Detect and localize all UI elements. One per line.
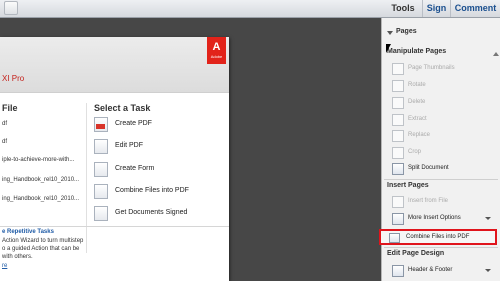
- item-label: Extract: [408, 116, 427, 122]
- product-name: XI Pro: [2, 74, 25, 83]
- combine-files-into-pdf-item[interactable]: Combine Files into PDF: [379, 229, 497, 245]
- item-label: Crop: [408, 149, 422, 155]
- header-footer-icon: [392, 265, 404, 277]
- top-toolbar: Tools Sign Comment: [0, 0, 500, 18]
- item-label: More Insert Options: [408, 215, 461, 221]
- recent-file[interactable]: iple-to-achieve-more-with...: [2, 157, 74, 163]
- recent-files-title: File: [2, 103, 18, 113]
- collapse-arrow-icon: [387, 31, 393, 35]
- combine-files-icon: [94, 184, 108, 199]
- more-insert-options-item[interactable]: More Insert Options: [392, 212, 494, 227]
- repetitive-tasks-title: e Repetitive Tasks: [2, 229, 54, 235]
- rotate-item: Rotate: [392, 79, 494, 94]
- learn-more-link[interactable]: re: [2, 263, 7, 269]
- extract-icon: [392, 114, 404, 126]
- item-label: Split Document: [408, 165, 449, 171]
- item-label: Insert from File: [408, 198, 449, 204]
- task-get-signed[interactable]: Get Documents Signed: [94, 206, 224, 222]
- rotate-icon: [392, 80, 404, 92]
- insert-options-icon: [392, 213, 404, 225]
- create-form-icon: [94, 162, 108, 177]
- scroll-up-icon[interactable]: [493, 52, 499, 56]
- column-divider: [86, 103, 87, 253]
- item-label: Combine Files into PDF: [406, 234, 470, 240]
- mouse-cursor-icon: [386, 44, 391, 53]
- adobe-logo: A Adobe: [207, 37, 226, 64]
- item-label: Header & Footer: [408, 267, 453, 273]
- task-create-form[interactable]: Create Form: [94, 162, 224, 178]
- combine-files-icon: [389, 233, 400, 243]
- item-label: Replace: [408, 132, 431, 138]
- section-divider: [384, 179, 498, 180]
- task-label: Combine Files into PDF: [115, 187, 189, 194]
- recent-file[interactable]: df: [2, 121, 7, 127]
- insert-file-icon: [392, 196, 404, 208]
- recent-file[interactable]: ing_Handbook_rel10_2010...: [2, 177, 79, 183]
- repetitive-tasks-text: Action Wizard to turn multistep: [2, 238, 84, 244]
- task-combine-files[interactable]: Combine Files into PDF: [94, 184, 224, 200]
- manipulate-pages-title: Manipulate Pages: [387, 48, 447, 55]
- page-thumbnails-icon: [392, 63, 404, 75]
- replace-item: Replace: [392, 129, 494, 144]
- page-thumbnails-item: Page Thumbnails: [392, 62, 494, 77]
- pages-panel-title: Pages: [396, 28, 417, 35]
- welcome-header: XI Pro A Adobe: [0, 37, 229, 93]
- item-label: Rotate: [408, 82, 426, 88]
- tab-comment[interactable]: Comment: [450, 0, 500, 17]
- pages-panel-header[interactable]: Pages: [382, 26, 500, 40]
- welcome-screen: XI Pro A Adobe File df df iple-to-achiev…: [0, 37, 229, 281]
- task-edit-pdf[interactable]: Edit PDF: [94, 139, 224, 155]
- signature-icon: [94, 206, 108, 221]
- header-footer-item[interactable]: Header & Footer: [392, 264, 494, 279]
- sidebar-toggle-icon[interactable]: [4, 1, 18, 15]
- item-label: Page Thumbnails: [408, 65, 455, 71]
- panel-scrollbar[interactable]: [492, 52, 499, 281]
- delete-icon: [392, 97, 404, 109]
- chevron-down-icon: [485, 269, 491, 272]
- insert-pages-title: Insert Pages: [387, 182, 429, 189]
- task-create-pdf[interactable]: Create PDF: [94, 117, 224, 133]
- welcome-divider: [0, 226, 229, 227]
- repetitive-tasks-text: o a guided Action that can be: [2, 246, 80, 252]
- delete-item: Delete: [392, 96, 494, 111]
- select-task-title: Select a Task: [94, 103, 151, 113]
- task-label: Create PDF: [115, 120, 152, 127]
- edit-pdf-icon: [94, 139, 108, 154]
- recent-file[interactable]: ing_Handbook_rel10_2010...: [2, 196, 79, 202]
- create-pdf-icon: [94, 117, 108, 132]
- repetitive-tasks-text: with others.: [2, 254, 33, 260]
- adobe-logo-mark: A: [212, 41, 221, 53]
- adobe-logo-text: Adobe: [210, 54, 223, 59]
- chevron-down-icon: [485, 217, 491, 220]
- task-label: Create Form: [115, 165, 155, 172]
- insert-from-file-item: Insert from File: [392, 195, 494, 210]
- extract-item: Extract: [392, 113, 494, 128]
- tab-sign[interactable]: Sign: [422, 0, 450, 17]
- recent-file[interactable]: df: [2, 139, 7, 145]
- item-label: Delete: [408, 99, 426, 105]
- split-document-item[interactable]: Split Document: [392, 162, 494, 177]
- section-divider: [384, 247, 498, 248]
- tab-tools[interactable]: Tools: [384, 0, 422, 17]
- replace-icon: [392, 130, 404, 142]
- crop-item: Crop: [392, 146, 494, 161]
- edit-page-design-title: Edit Page Design: [387, 250, 445, 257]
- split-document-icon: [392, 163, 404, 175]
- crop-icon: [392, 147, 404, 159]
- task-label: Edit PDF: [115, 142, 144, 149]
- task-label: Get Documents Signed: [115, 209, 188, 216]
